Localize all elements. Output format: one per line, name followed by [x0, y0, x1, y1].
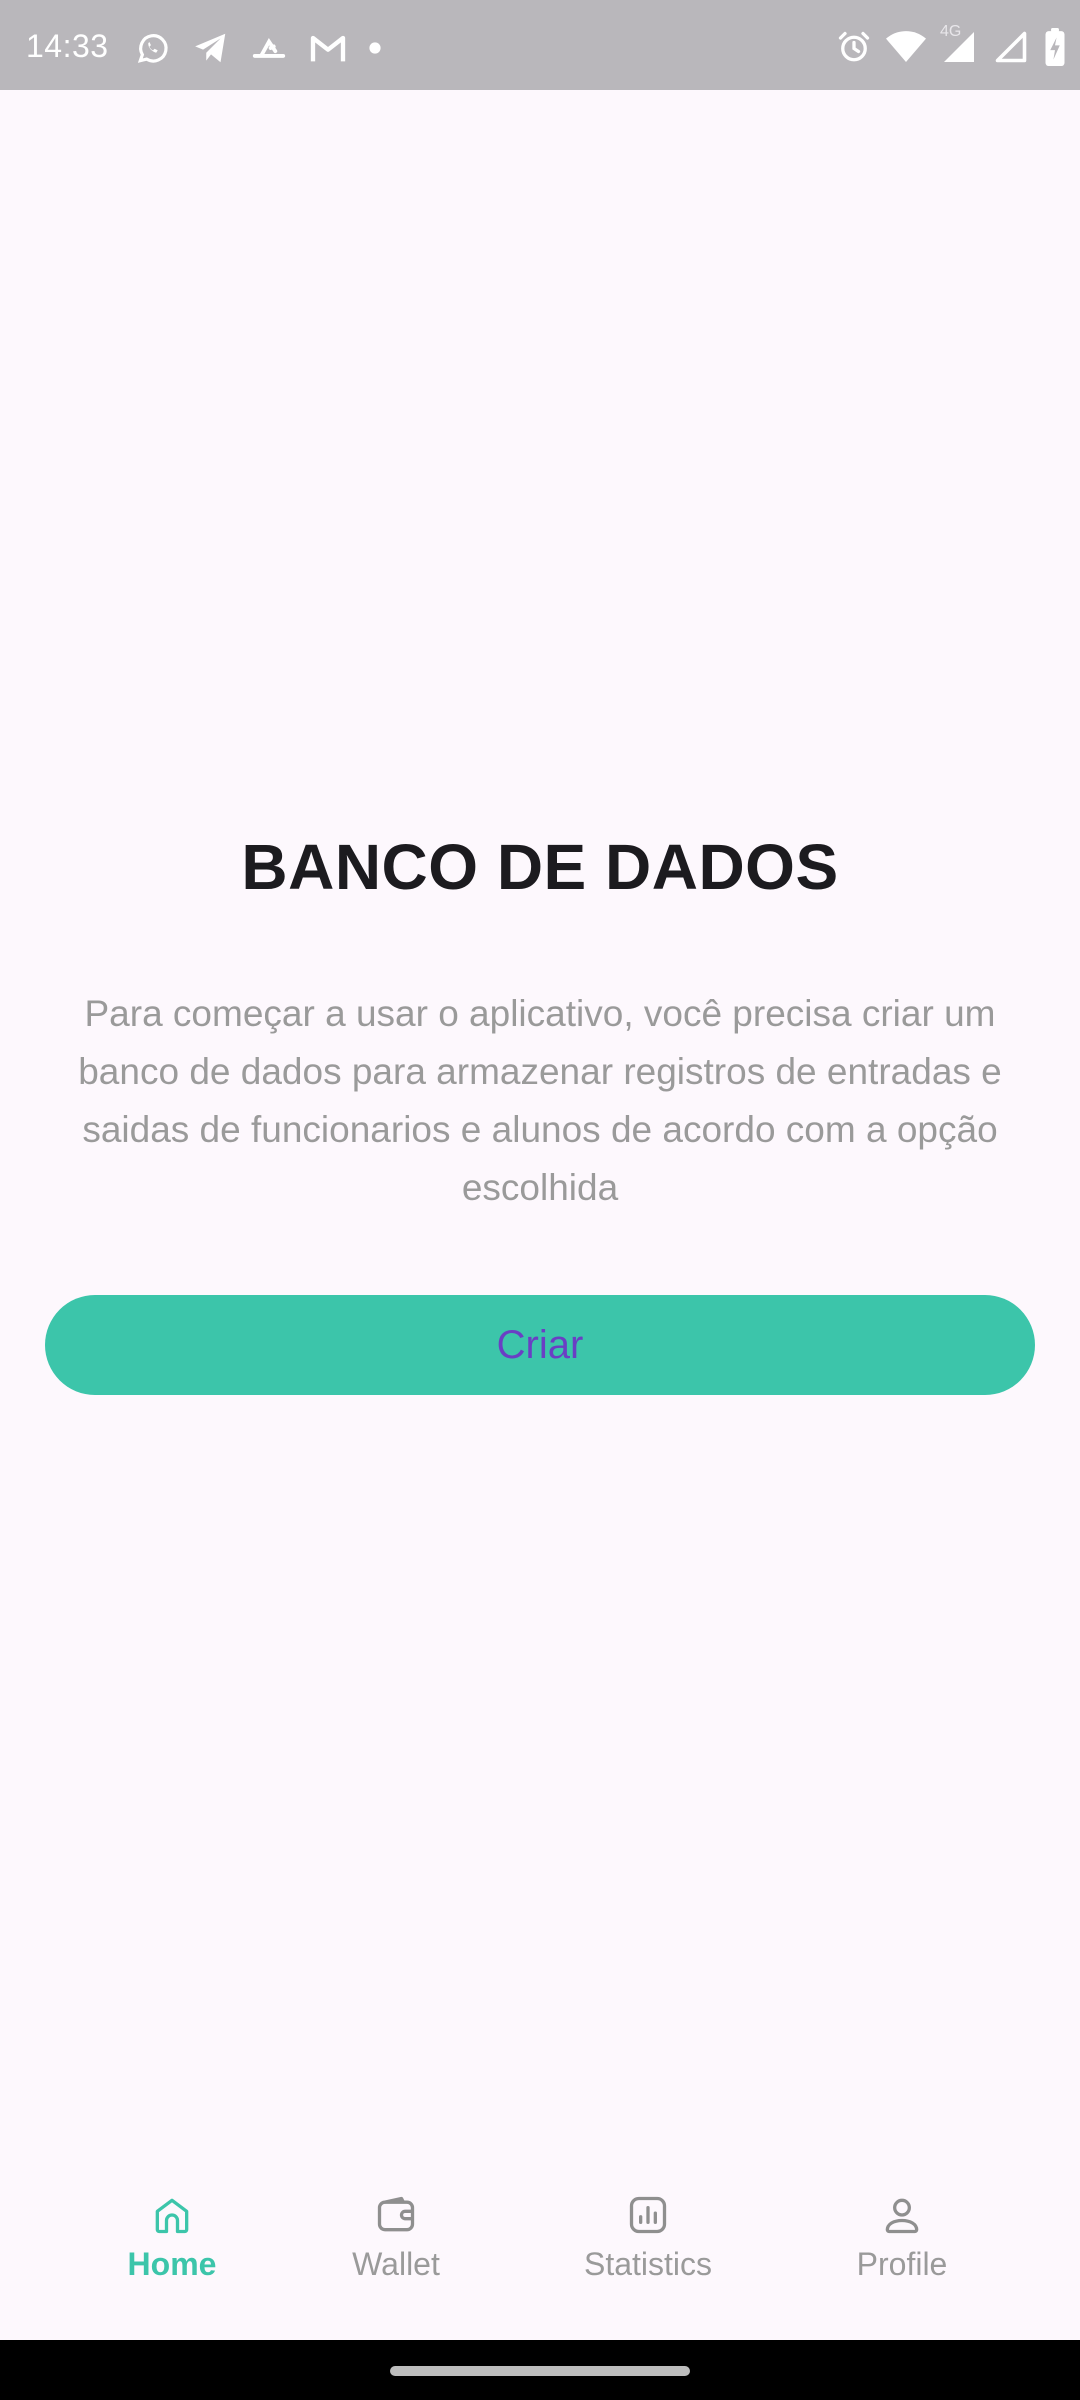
nav-item-statistics[interactable]: Statistics: [538, 2192, 758, 2302]
nav-item-wallet[interactable]: Wallet: [286, 2192, 506, 2302]
nav-label-wallet: Wallet: [352, 2246, 440, 2282]
nav-label-statistics: Statistics: [583, 2246, 713, 2282]
wifi-icon: [886, 29, 926, 65]
main-content: BANCO DE DADOS Para começar a usar o apl…: [0, 90, 1080, 2168]
nav-label-home: Home: [127, 2246, 217, 2282]
status-bar: 14:33 4G: [0, 0, 1080, 90]
system-icons: 4G: [836, 23, 1066, 68]
home-icon: [149, 2192, 195, 2238]
whatsapp-icon: [134, 29, 172, 67]
gesture-handle[interactable]: [390, 2366, 690, 2376]
nav-item-home[interactable]: Home: [62, 2192, 282, 2302]
network-type-label: 4G: [940, 23, 978, 65]
profile-icon: [879, 2192, 925, 2238]
battery-icon: [1044, 28, 1066, 66]
system-navigation-bar: [0, 2340, 1080, 2400]
wallet-icon: [373, 2192, 419, 2238]
alarm-icon: [836, 29, 872, 65]
page-description: Para começar a usar o aplicativo, você p…: [78, 993, 1002, 1208]
page-title: BANCO DE DADOS: [241, 831, 839, 903]
app-notification-icon: [250, 29, 288, 67]
bottom-navigation: Home Wallet Statistics Profile: [0, 2168, 1080, 2340]
create-button[interactable]: Criar: [45, 1295, 1035, 1395]
notification-icons: [134, 28, 382, 68]
status-time: 14:33: [26, 28, 109, 64]
nav-item-profile[interactable]: Profile: [792, 2192, 1012, 2302]
statistics-icon: [625, 2192, 671, 2238]
signal-icon: [992, 29, 1030, 65]
gmail-icon: [308, 30, 348, 66]
nav-label-profile: Profile: [856, 2246, 948, 2282]
telegram-icon: [192, 29, 230, 67]
dot-icon: [368, 41, 382, 55]
network-type-text: 4G: [940, 23, 962, 40]
